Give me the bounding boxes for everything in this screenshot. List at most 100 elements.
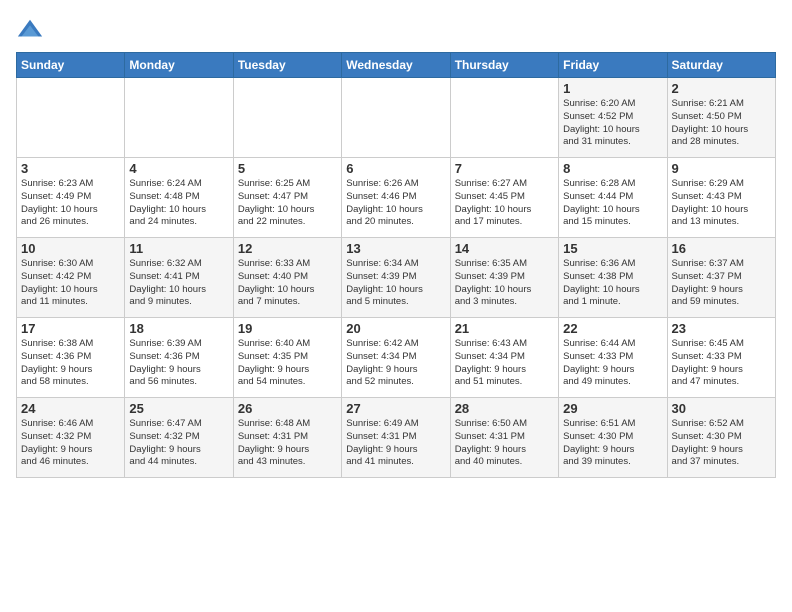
- day-info: Sunrise: 6:42 AM Sunset: 4:34 PM Dayligh…: [346, 338, 445, 389]
- day-number: 27: [346, 401, 445, 416]
- day-info: Sunrise: 6:28 AM Sunset: 4:44 PM Dayligh…: [563, 178, 662, 229]
- column-header-friday: Friday: [559, 53, 667, 78]
- calendar-week-row: 1 Sunrise: 6:20 AM Sunset: 4:52 PM Daylig…: [17, 78, 776, 158]
- calendar-cell: [342, 78, 450, 158]
- page-header: [16, 16, 776, 44]
- calendar-cell: 15Sunrise: 6:36 AM Sunset: 4:38 PM Dayli…: [559, 238, 667, 318]
- calendar-cell: 4 Sunrise: 6:24 AM Sunset: 4:48 PM Daylig…: [125, 158, 233, 238]
- day-info: Sunrise: 6:32 AM Sunset: 4:41 PM Dayligh…: [129, 258, 228, 309]
- day-info: Sunrise: 6:33 AM Sunset: 4:40 PM Dayligh…: [238, 258, 337, 309]
- calendar-cell: 27 Sunrise: 6:49 AM Sunset: 4:31 PM Dayli…: [342, 398, 450, 478]
- day-info: Sunrise: 6:48 AM Sunset: 4:31 PM Dayligh…: [238, 418, 337, 469]
- day-number: 15: [563, 241, 662, 256]
- day-info: Sunrise: 6:50 AM Sunset: 4:31 PM Dayligh…: [455, 418, 554, 469]
- calendar-cell: 29 Sunrise: 6:51 AM Sunset: 4:30 PM Dayli…: [559, 398, 667, 478]
- calendar-week-row: 24 Sunrise: 6:46 AM Sunset: 4:32 PM Dayli…: [17, 398, 776, 478]
- calendar-cell: 6 Sunrise: 6:26 AM Sunset: 4:46 PM Daylig…: [342, 158, 450, 238]
- calendar-cell: 19Sunrise: 6:40 AM Sunset: 4:35 PM Dayli…: [233, 318, 341, 398]
- day-number: 6: [346, 161, 445, 176]
- calendar-header-row: SundayMondayTuesdayWednesdayThursdayFrid…: [17, 53, 776, 78]
- day-info: Sunrise: 6:25 AM Sunset: 4:47 PM Dayligh…: [238, 178, 337, 229]
- day-number: 12: [238, 241, 337, 256]
- day-number: 28: [455, 401, 554, 416]
- day-info: Sunrise: 6:40 AM Sunset: 4:35 PM Dayligh…: [238, 338, 337, 389]
- day-info: Sunrise: 6:30 AM Sunset: 4:42 PM Dayligh…: [21, 258, 120, 309]
- column-header-tuesday: Tuesday: [233, 53, 341, 78]
- day-number: 25: [129, 401, 228, 416]
- day-number: 3: [21, 161, 120, 176]
- day-number: 17: [21, 321, 120, 336]
- day-info: Sunrise: 6:26 AM Sunset: 4:46 PM Dayligh…: [346, 178, 445, 229]
- day-info: Sunrise: 6:35 AM Sunset: 4:39 PM Dayligh…: [455, 258, 554, 309]
- day-number: 24: [21, 401, 120, 416]
- calendar-cell: 14 Sunrise: 6:35 AM Sunset: 4:39 PM Dayli…: [450, 238, 558, 318]
- day-number: 9: [672, 161, 771, 176]
- calendar-week-row: 3 Sunrise: 6:23 AM Sunset: 4:49 PM Daylig…: [17, 158, 776, 238]
- day-number: 11: [129, 241, 228, 256]
- column-header-saturday: Saturday: [667, 53, 775, 78]
- calendar-cell: 28 Sunrise: 6:50 AM Sunset: 4:31 PM Dayli…: [450, 398, 558, 478]
- calendar-cell: 25Sunrise: 6:47 AM Sunset: 4:32 PM Dayli…: [125, 398, 233, 478]
- calendar-cell: 3 Sunrise: 6:23 AM Sunset: 4:49 PM Daylig…: [17, 158, 125, 238]
- calendar-cell: 24 Sunrise: 6:46 AM Sunset: 4:32 PM Dayli…: [17, 398, 125, 478]
- day-number: 8: [563, 161, 662, 176]
- day-info: Sunrise: 6:27 AM Sunset: 4:45 PM Dayligh…: [455, 178, 554, 229]
- calendar-cell: 2Sunrise: 6:21 AM Sunset: 4:50 PM Daylig…: [667, 78, 775, 158]
- day-info: Sunrise: 6:24 AM Sunset: 4:48 PM Dayligh…: [129, 178, 228, 229]
- day-info: Sunrise: 6:46 AM Sunset: 4:32 PM Dayligh…: [21, 418, 120, 469]
- day-info: Sunrise: 6:23 AM Sunset: 4:49 PM Dayligh…: [21, 178, 120, 229]
- day-number: 1: [563, 81, 662, 96]
- calendar-cell: 16Sunrise: 6:37 AM Sunset: 4:37 PM Dayli…: [667, 238, 775, 318]
- day-info: Sunrise: 6:34 AM Sunset: 4:39 PM Dayligh…: [346, 258, 445, 309]
- calendar-cell: 8 Sunrise: 6:28 AM Sunset: 4:44 PM Daylig…: [559, 158, 667, 238]
- calendar-cell: 17 Sunrise: 6:38 AM Sunset: 4:36 PM Dayli…: [17, 318, 125, 398]
- calendar-cell: 10Sunrise: 6:30 AM Sunset: 4:42 PM Dayli…: [17, 238, 125, 318]
- calendar-cell: [17, 78, 125, 158]
- calendar-cell: 12 Sunrise: 6:33 AM Sunset: 4:40 PM Dayli…: [233, 238, 341, 318]
- calendar-cell: 21 Sunrise: 6:43 AM Sunset: 4:34 PM Dayli…: [450, 318, 558, 398]
- calendar-cell: 26Sunrise: 6:48 AM Sunset: 4:31 PM Dayli…: [233, 398, 341, 478]
- day-number: 7: [455, 161, 554, 176]
- calendar-cell: [450, 78, 558, 158]
- calendar-body: 1 Sunrise: 6:20 AM Sunset: 4:52 PM Daylig…: [17, 78, 776, 478]
- column-header-wednesday: Wednesday: [342, 53, 450, 78]
- calendar-week-row: 10Sunrise: 6:30 AM Sunset: 4:42 PM Dayli…: [17, 238, 776, 318]
- day-number: 14: [455, 241, 554, 256]
- calendar-cell: [125, 78, 233, 158]
- day-number: 18: [129, 321, 228, 336]
- calendar-table: SundayMondayTuesdayWednesdayThursdayFrid…: [16, 52, 776, 478]
- day-number: 30: [672, 401, 771, 416]
- day-info: Sunrise: 6:21 AM Sunset: 4:50 PM Dayligh…: [672, 98, 771, 149]
- column-header-monday: Monday: [125, 53, 233, 78]
- day-info: Sunrise: 6:38 AM Sunset: 4:36 PM Dayligh…: [21, 338, 120, 389]
- day-info: Sunrise: 6:29 AM Sunset: 4:43 PM Dayligh…: [672, 178, 771, 229]
- calendar-cell: 7 Sunrise: 6:27 AM Sunset: 4:45 PM Daylig…: [450, 158, 558, 238]
- logo-icon: [16, 16, 44, 44]
- logo: [16, 16, 48, 44]
- day-info: Sunrise: 6:20 AM Sunset: 4:52 PM Dayligh…: [563, 98, 662, 149]
- day-info: Sunrise: 6:39 AM Sunset: 4:36 PM Dayligh…: [129, 338, 228, 389]
- day-info: Sunrise: 6:51 AM Sunset: 4:30 PM Dayligh…: [563, 418, 662, 469]
- day-number: 21: [455, 321, 554, 336]
- calendar-cell: [233, 78, 341, 158]
- day-info: Sunrise: 6:43 AM Sunset: 4:34 PM Dayligh…: [455, 338, 554, 389]
- calendar-cell: 30 Sunrise: 6:52 AM Sunset: 4:30 PM Dayli…: [667, 398, 775, 478]
- day-info: Sunrise: 6:45 AM Sunset: 4:33 PM Dayligh…: [672, 338, 771, 389]
- day-number: 29: [563, 401, 662, 416]
- day-info: Sunrise: 6:49 AM Sunset: 4:31 PM Dayligh…: [346, 418, 445, 469]
- day-number: 5: [238, 161, 337, 176]
- calendar-cell: 5 Sunrise: 6:25 AM Sunset: 4:47 PM Daylig…: [233, 158, 341, 238]
- calendar-cell: 18 Sunrise: 6:39 AM Sunset: 4:36 PM Dayli…: [125, 318, 233, 398]
- calendar-cell: 11 Sunrise: 6:32 AM Sunset: 4:41 PM Dayli…: [125, 238, 233, 318]
- calendar-cell: 13 Sunrise: 6:34 AM Sunset: 4:39 PM Dayli…: [342, 238, 450, 318]
- day-number: 23: [672, 321, 771, 336]
- calendar-cell: 20Sunrise: 6:42 AM Sunset: 4:34 PM Dayli…: [342, 318, 450, 398]
- calendar-cell: 23 Sunrise: 6:45 AM Sunset: 4:33 PM Dayli…: [667, 318, 775, 398]
- day-number: 13: [346, 241, 445, 256]
- day-number: 16: [672, 241, 771, 256]
- column-header-sunday: Sunday: [17, 53, 125, 78]
- day-number: 4: [129, 161, 228, 176]
- day-info: Sunrise: 6:52 AM Sunset: 4:30 PM Dayligh…: [672, 418, 771, 469]
- column-header-thursday: Thursday: [450, 53, 558, 78]
- calendar-week-row: 17 Sunrise: 6:38 AM Sunset: 4:36 PM Dayli…: [17, 318, 776, 398]
